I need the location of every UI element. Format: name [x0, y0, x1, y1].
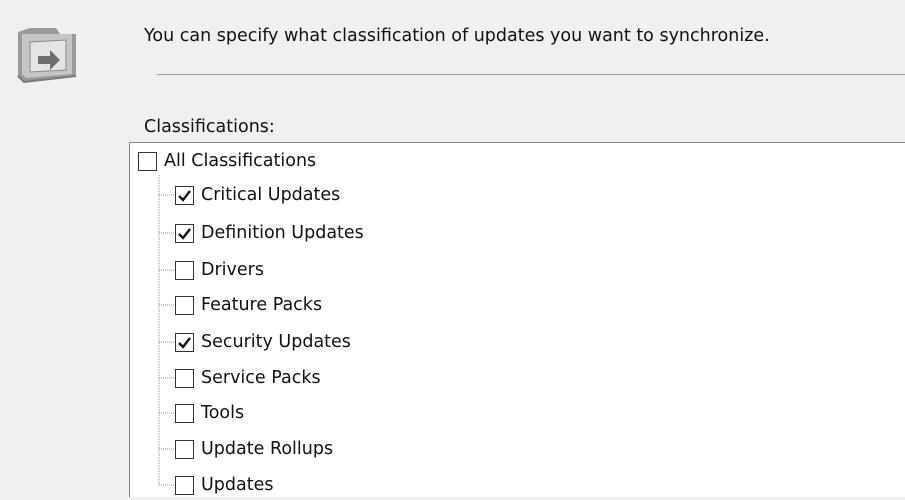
tree-item-security-updates[interactable]: Security Updates	[175, 327, 353, 357]
tree-item-label: Security Updates	[201, 332, 351, 352]
tree-item-label: Service Packs	[201, 368, 321, 388]
tree-item-label: Critical Updates	[201, 185, 341, 205]
tree-item-label: Feature Packs	[201, 295, 323, 315]
tree-item-label: Tools	[201, 403, 245, 423]
tree-item-label: Updates	[201, 475, 274, 495]
checkmark-icon	[178, 227, 191, 240]
classifications-label: Classifications:	[144, 117, 275, 137]
tree-item-all-classifications[interactable]: All Classifications	[138, 146, 318, 176]
checkmark-icon	[178, 336, 191, 349]
separator-line	[157, 74, 905, 75]
checkbox[interactable]	[175, 439, 194, 459]
checkbox[interactable]	[175, 332, 194, 352]
tree-item-label: All Classifications	[164, 151, 317, 171]
tree-item-label: Update Rollups	[201, 439, 334, 459]
checkbox[interactable]	[175, 475, 194, 495]
checkbox[interactable]	[175, 403, 194, 423]
checkbox[interactable]	[175, 260, 194, 280]
checkbox[interactable]	[175, 368, 194, 388]
tree-item-updates[interactable]: Updates	[175, 470, 276, 500]
tree-item-feature-packs[interactable]: Feature Packs	[175, 290, 324, 320]
tree-item-label: Definition Updates	[201, 223, 364, 243]
tree-item-drivers[interactable]: Drivers	[175, 255, 266, 285]
tree-item-definition-updates[interactable]: Definition Updates	[175, 218, 366, 248]
tree-item-critical-updates[interactable]: Critical Updates	[175, 180, 342, 210]
page-description: You can specify what classification of u…	[144, 26, 770, 46]
tree-item-label: Drivers	[201, 260, 264, 280]
tree-item-service-packs[interactable]: Service Packs	[175, 363, 323, 393]
checkmark-icon	[178, 189, 191, 202]
checkbox[interactable]	[175, 295, 194, 315]
checkbox[interactable]	[138, 151, 157, 171]
folder-sync-icon	[16, 20, 86, 84]
checkbox[interactable]	[175, 185, 194, 205]
classifications-tree[interactable]: All Classifications Critical Updates Def…	[129, 142, 905, 497]
checkbox[interactable]	[175, 223, 194, 243]
tree-item-update-rollups[interactable]: Update Rollups	[175, 434, 335, 464]
tree-item-tools[interactable]: Tools	[175, 398, 246, 428]
